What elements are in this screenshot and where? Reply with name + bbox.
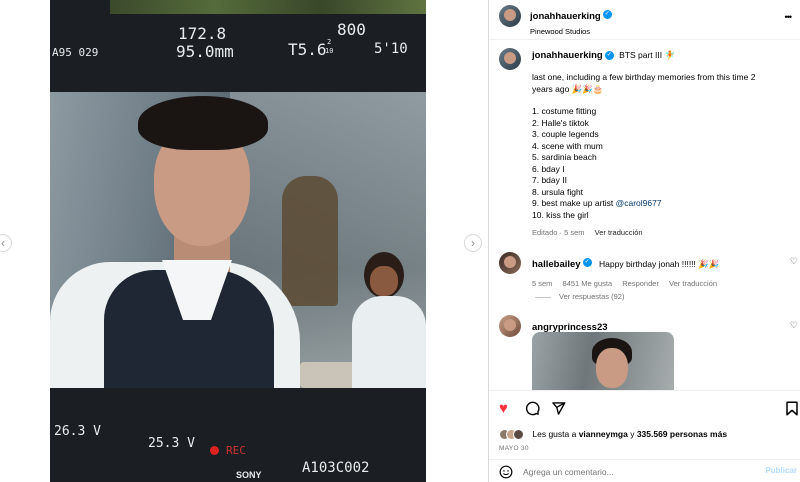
author-avatar[interactable] bbox=[499, 5, 521, 27]
comment: hallebailey ✓ Happy birthday jonah !!!!!!… bbox=[532, 254, 782, 288]
comment-like-heart-icon[interactable]: ♡ bbox=[790, 320, 798, 331]
comment-icon[interactable] bbox=[525, 401, 540, 416]
comment-text: Happy birthday jonah !!!!!! 🎉🎉 bbox=[599, 259, 720, 269]
liked-by-prefix: Les gusta a bbox=[532, 429, 579, 439]
like-heart-icon[interactable]: ♥ bbox=[499, 401, 508, 417]
comment-translate-link[interactable]: Ver traducción bbox=[669, 279, 717, 288]
actress-face bbox=[370, 266, 398, 296]
chevron-left-icon: ‹ bbox=[1, 236, 5, 250]
foliage-strip bbox=[110, 0, 426, 14]
actress-dress bbox=[352, 296, 426, 388]
verified-badge-icon: ✓ bbox=[582, 258, 592, 268]
caption-item: 6. bday I bbox=[532, 163, 565, 174]
emoji-icon[interactable] bbox=[499, 465, 513, 479]
caption-item: 7. bday II bbox=[532, 175, 567, 185]
caption-meta: Editado · 5 sem Ver traducción bbox=[532, 227, 792, 239]
hud-iso: 800 bbox=[337, 20, 366, 39]
hud-stop-frac-top: 2 bbox=[327, 38, 332, 46]
comment-image[interactable] bbox=[532, 332, 674, 390]
author-username[interactable]: jonahhauerking bbox=[530, 11, 601, 22]
post-modal: ‹ A95 029 172.8 95.0mm 800 T5.6 2 10 5'1… bbox=[0, 0, 800, 482]
liker-avatar bbox=[513, 429, 524, 441]
comment-like-heart-icon[interactable]: ♡ bbox=[790, 256, 798, 267]
caption-item: 8. ursula fight bbox=[532, 186, 584, 197]
hud-distance: 5'10 bbox=[374, 41, 408, 57]
caption-header: jonahhauerking ✓ BTS part III 🧚 bbox=[532, 50, 675, 61]
comment-avatar[interactable] bbox=[499, 252, 521, 274]
caption-item: 10. kiss the girl bbox=[532, 209, 589, 220]
film-scene bbox=[50, 92, 426, 388]
see-translation-link[interactable]: Ver traducción bbox=[595, 228, 643, 237]
comment-username[interactable]: hallebailey bbox=[532, 259, 581, 270]
add-comment-bar: Publicar bbox=[489, 459, 800, 482]
hud-brand: SONY bbox=[236, 470, 262, 480]
post-date: MAYO 30 bbox=[499, 445, 529, 452]
comment-age: 5 sem bbox=[532, 279, 553, 288]
hud-stop-frac-bottom: 10 bbox=[325, 47, 334, 55]
caption-intro: last one, including a few birthday memor… bbox=[532, 72, 756, 94]
caption-item: 3. couple legends bbox=[532, 129, 599, 139]
view-replies-button[interactable]: Ver respuestas (92) bbox=[535, 292, 624, 301]
caption-item: 1. costume fitting bbox=[532, 106, 597, 116]
caption-item: 2. Halle's tiktok bbox=[532, 117, 589, 128]
monitor-top-bar bbox=[50, 0, 426, 92]
previous-slide-button[interactable]: ‹ bbox=[0, 234, 12, 252]
hud-stop: T5.6 bbox=[288, 40, 327, 59]
post-header: jonahhauerking ✓ Pinewood Studios ••• bbox=[489, 0, 800, 40]
add-comment-input[interactable] bbox=[523, 464, 753, 480]
hud-focal-mm: 95.0mm bbox=[176, 42, 234, 61]
liked-by-and: y bbox=[627, 429, 637, 439]
liked-by-user[interactable]: vianneymga bbox=[579, 429, 628, 439]
edited-label: Editado · 5 sem bbox=[532, 228, 585, 237]
verified-badge-icon: ✓ bbox=[602, 10, 612, 20]
rec-indicator-icon bbox=[210, 446, 219, 455]
comment-meta: 5 sem 8451 Me gusta Responder Ver traduc… bbox=[532, 279, 782, 288]
reply-button[interactable]: Responder bbox=[622, 279, 659, 288]
view-replies-label: Ver respuestas (92) bbox=[559, 292, 625, 301]
caption-item: 5. sardinia beach bbox=[532, 152, 597, 162]
replies-divider bbox=[535, 296, 551, 298]
post-photo[interactable]: A95 029 172.8 95.0mm 800 T5.6 2 10 5'10 bbox=[50, 0, 426, 482]
comment-avatar[interactable] bbox=[499, 315, 521, 337]
hud-voltage-mid: 25.3 V bbox=[148, 436, 195, 451]
post-location[interactable]: Pinewood Studios bbox=[530, 27, 612, 36]
caption-avatar[interactable] bbox=[499, 48, 521, 70]
caption-item-with-mention: 9. best make up artist @carol9677 bbox=[532, 198, 792, 210]
media-area: ‹ A95 029 172.8 95.0mm 800 T5.6 2 10 5'1… bbox=[0, 0, 488, 482]
comment-likes[interactable]: 8451 Me gusta bbox=[563, 279, 613, 288]
hud-clip: A103C002 bbox=[302, 460, 370, 476]
publish-button[interactable]: Publicar bbox=[765, 466, 797, 475]
mention-link[interactable]: @carol9677 bbox=[616, 198, 662, 208]
caption-item: 4. scene with mum bbox=[532, 140, 603, 151]
next-slide-button[interactable]: › bbox=[464, 234, 482, 252]
verified-badge-icon: ✓ bbox=[604, 51, 614, 61]
post-actions: ♥ Les gusta a vianneymga y 335.569 perso… bbox=[489, 390, 800, 482]
actor-hair bbox=[138, 96, 268, 150]
comment-image-face bbox=[596, 348, 628, 388]
monitor-bottom-bar bbox=[50, 388, 426, 482]
post-side-panel: jonahhauerking ✓ Pinewood Studios ••• jon… bbox=[488, 0, 800, 482]
share-icon[interactable] bbox=[551, 401, 566, 416]
more-options-icon[interactable]: ••• bbox=[785, 12, 793, 22]
caption-title: BTS part III 🧚 bbox=[619, 50, 676, 60]
background-actress bbox=[350, 252, 426, 388]
save-bookmark-icon[interactable] bbox=[785, 401, 799, 416]
foreground-actor bbox=[50, 92, 310, 388]
hud-rec: REC bbox=[226, 444, 246, 457]
hud-voltage-left: 26.3 V bbox=[54, 424, 101, 439]
hud-focal-top: 172.8 bbox=[178, 24, 227, 43]
caption-username[interactable]: jonahhauerking bbox=[532, 50, 603, 61]
hud-reel: A95 029 bbox=[52, 46, 99, 59]
caption-item-text: 9. best make up artist bbox=[532, 198, 616, 208]
author-info: jonahhauerking ✓ Pinewood Studios bbox=[530, 6, 612, 36]
caption-body: last one, including a few birthday memor… bbox=[532, 72, 792, 239]
likes-count[interactable]: 335.569 personas más bbox=[637, 429, 727, 439]
liked-by: Les gusta a vianneymga y 335.569 persona… bbox=[499, 429, 727, 441]
chevron-right-icon: › bbox=[471, 236, 475, 250]
